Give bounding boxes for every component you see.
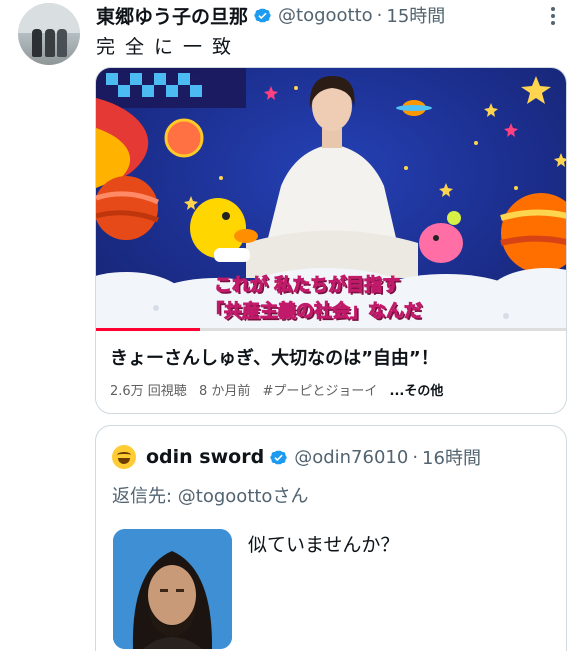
watch-progress-bar — [96, 328, 566, 331]
quoted-author-name[interactable]: odin sword — [146, 446, 264, 468]
thumbnail-caption-line2: 「共産主義の社会」なんだ — [206, 301, 423, 323]
reply-prefix: 返信先: — [112, 486, 178, 507]
verified-badge-icon — [270, 450, 287, 464]
tweet-text: 完全に一致 — [96, 36, 242, 58]
author-avatar[interactable] — [18, 3, 80, 65]
laughing-face-emoji-icon[interactable] — [112, 445, 136, 469]
upload-age: 8 か月前 — [198, 384, 251, 399]
view-count: 2.6万 回視聴 — [110, 384, 187, 399]
video-hashtag[interactable]: #プーピとジョーイ — [263, 384, 378, 399]
separator-dot: · — [376, 4, 383, 26]
quoted-tweet-header: odin sword @odin76010 · 16時間 — [112, 444, 481, 470]
video-title[interactable]: きょーさんしゅぎ、大切なのは”自由”！ — [110, 344, 439, 370]
quoted-author-handle[interactable]: @odin76010 — [294, 447, 408, 468]
tweet-timestamp[interactable]: 15時間 — [386, 2, 445, 28]
author-handle[interactable]: @togootto — [278, 5, 373, 26]
reply-target-link[interactable]: @togoottoさん — [178, 486, 309, 507]
thumbnail-caption-line1: これが 私たちが目指す — [213, 275, 401, 297]
separator-dot: · — [412, 446, 419, 468]
author-name[interactable]: 東郷ゆう子の旦那 — [96, 2, 248, 29]
tweet-header: 東郷ゆう子の旦那 @togootto · 15時間 — [96, 2, 445, 28]
portrait-image — [113, 529, 232, 649]
video-link-card[interactable]: これが 私たちが目指す 「共産主義の社会」なんだ きょーさんしゅぎ、大切なのは”… — [95, 67, 567, 414]
quoted-tweet[interactable]: odin sword @odin76010 · 16時間 返信先: @togoo… — [95, 425, 567, 651]
quoted-tweet-text: 似ていませんか？ — [248, 534, 400, 556]
show-more-link[interactable]: ...その他 — [390, 384, 444, 399]
video-meta: 2.6万 回視聴 8 か月前 #プーピとジョーイ ...その他 — [110, 380, 451, 399]
reply-context: 返信先: @togoottoさん — [112, 482, 308, 508]
more-options-icon[interactable] — [545, 6, 561, 26]
verified-badge-icon — [254, 8, 271, 22]
video-thumbnail[interactable]: これが 私たちが目指す 「共産主義の社会」なんだ — [96, 68, 566, 330]
quoted-photo[interactable] — [113, 529, 232, 649]
quoted-timestamp[interactable]: 16時間 — [422, 444, 481, 470]
